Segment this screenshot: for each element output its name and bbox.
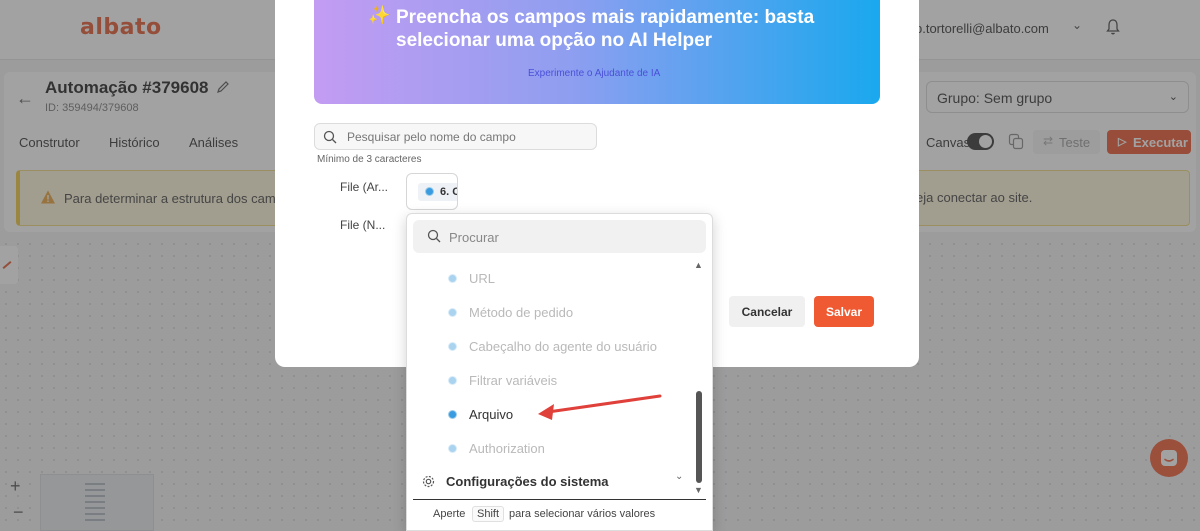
save-button[interactable]: Salvar bbox=[814, 296, 874, 327]
field-label-file-ar: File (Ar... bbox=[340, 180, 389, 194]
annotation-arrow bbox=[538, 394, 662, 420]
ai-helper-link[interactable]: Experimente o Ajudante de IA bbox=[528, 68, 660, 79]
footer-rest: para selecionar vários valores bbox=[509, 508, 656, 520]
field-value-file-ar[interactable]: 6. C bbox=[406, 173, 458, 210]
sparkle-icon: ✨ bbox=[368, 5, 391, 25]
search-icon bbox=[323, 130, 337, 144]
cancel-button[interactable]: Cancelar bbox=[729, 296, 805, 327]
option-arquivo[interactable]: Arquivo bbox=[447, 407, 513, 427]
gear-icon bbox=[422, 475, 435, 488]
ai-banner-title: Preencha os campos mais rapidamente: bas… bbox=[396, 7, 815, 51]
system-settings-section[interactable]: Configurações do sistema ⌄ bbox=[413, 470, 706, 500]
value-dropdown[interactable]: ▲ URL Método de pedido Cabeçalho do agen… bbox=[406, 213, 713, 531]
scroll-down-arrow[interactable]: ▼ bbox=[694, 485, 703, 495]
dropdown-search-input[interactable] bbox=[449, 228, 689, 246]
option-url[interactable]: URL bbox=[447, 271, 495, 291]
selected-value-chip[interactable]: 6. C bbox=[418, 183, 457, 201]
system-settings-label: Configurações do sistema bbox=[446, 474, 609, 489]
scroll-up-arrow[interactable]: ▲ bbox=[694, 260, 703, 270]
field-label-file-n: File (N... bbox=[340, 218, 386, 232]
search-icon bbox=[427, 229, 441, 243]
field-search-input[interactable] bbox=[347, 128, 587, 146]
footer-press: Aperte bbox=[433, 508, 466, 520]
shift-key-badge: Shift bbox=[472, 506, 505, 522]
option-cabecalho-agente[interactable]: Cabeçalho do agente do usuário bbox=[447, 339, 657, 359]
option-authorization[interactable]: Authorization bbox=[447, 441, 545, 461]
field-search-hint: Mínimo de 3 caracteres bbox=[317, 154, 422, 165]
field-search[interactable] bbox=[314, 123, 597, 150]
chevron-down-icon[interactable]: ⌄ bbox=[675, 471, 683, 482]
option-metodo-de-pedido[interactable]: Método de pedido bbox=[447, 305, 573, 325]
dropdown-search[interactable] bbox=[413, 220, 706, 253]
